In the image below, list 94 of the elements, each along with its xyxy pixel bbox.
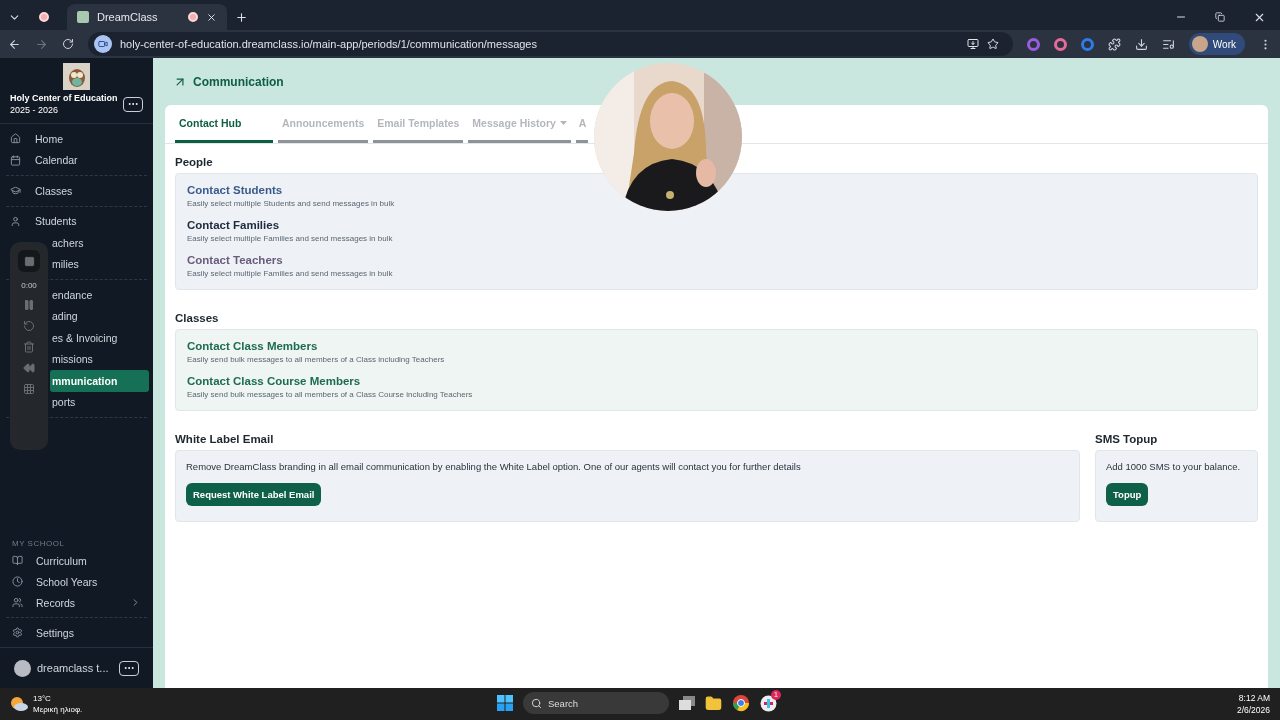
offer-text: Add 1000 SMS to your balance. [1106,461,1241,472]
sidebar-item[interactable]: ading [50,305,149,327]
section-title: Classes [175,312,220,324]
search-icon [531,697,542,709]
media-icon[interactable] [1161,37,1175,51]
extension-icon[interactable] [1026,37,1040,51]
recording-time: 0:00 [21,281,37,290]
more-button[interactable] [119,660,139,676]
caret-icon [559,120,567,125]
link-description: Easily send bulk messages to all members of a Class Course including Teachers [187,390,474,399]
sidebar-item[interactable]: mmunication [50,370,149,392]
section-title: SMS Topup [1095,433,1159,445]
clock-date: 2/6/2026 [1236,704,1270,716]
bookmark-icon[interactable] [986,38,999,50]
sidebar-item[interactable]: Settings [6,622,147,643]
weather-text: Μερική ηλιοφ. [33,704,83,715]
install-icon[interactable] [966,38,979,50]
sidebar-item[interactable]: Home [4,128,149,150]
clock-time: 8:12 AM [1237,692,1270,704]
page-title: Communication [193,74,284,89]
section-title: People [175,156,214,168]
more-button[interactable] [123,96,143,112]
sidebar-item[interactable]: Calendar [4,149,149,171]
settings-icon [12,627,23,638]
reload-icon[interactable] [62,38,74,50]
contact-link[interactable]: Contact Class Members [187,340,318,352]
section-title: MY SCHOOL [11,539,66,550]
sidebar-item[interactable]: Records [0,592,153,613]
rewind-icon[interactable] [23,362,35,374]
nav-icon [12,576,23,587]
user-avatar [14,659,31,677]
action-button[interactable]: Topup [1106,483,1149,506]
profile-button[interactable]: Work [1188,33,1245,55]
restore-icon[interactable] [1215,12,1225,22]
contact-link[interactable]: Contact Students [187,184,283,196]
search-field[interactable]: Search [523,692,669,714]
sidebar-item[interactable]: School Years [0,571,153,592]
back-icon[interactable] [8,37,21,51]
temperature: 13°C [33,693,52,704]
address-bar[interactable]: holy-center-of-education.dreamclass.io/main-app/periods/1/communication/messages [88,32,1013,56]
weather-icon [10,696,28,712]
new-tab-icon[interactable] [235,10,248,24]
restart-icon[interactable] [23,320,35,332]
favicon-icon [77,11,89,23]
pause-icon[interactable] [23,299,35,311]
link-description: Easily select multiple Students and send messages in bulk [187,199,396,208]
tab[interactable]: Contact Hub [175,105,273,143]
extensions-icon[interactable] [1107,37,1121,51]
camera-icon[interactable] [94,35,112,53]
forward-icon[interactable] [35,37,48,51]
nav-icon [12,597,23,608]
tab-title: DreamClass [97,11,159,23]
sidebar-item[interactable]: Students [4,210,149,232]
sidebar-item[interactable]: missions [50,348,149,370]
avatar-icon [1191,36,1208,52]
close-icon[interactable] [206,11,217,23]
stop-button[interactable] [18,250,40,272]
sidebar-item[interactable]: endance [50,284,149,306]
contact-link[interactable]: Contact Families [187,219,280,231]
nav-icon [10,133,21,145]
sidebar-item[interactable]: achers [50,232,149,254]
section-title: White Label Email [175,433,275,445]
nav-icon [10,154,21,166]
contact-link[interactable]: Contact Class Course Members [187,375,361,387]
delete-icon[interactable] [23,341,35,353]
browser-tab[interactable]: DreamClass [67,4,227,30]
owl-logo-icon [63,63,90,90]
sidebar-item[interactable]: ports [50,391,149,413]
sidebar-item[interactable]: Curriculum [0,550,153,571]
stop-icon [23,255,35,267]
nav-icon [12,555,23,566]
school-period: 2025 - 2026 [10,105,60,115]
action-button[interactable]: Request White Label Email [186,483,322,506]
sidebar-item[interactable]: es & Invoicing [50,327,149,349]
url-text: holy-center-of-education.dreamclass.io/main-app/periods/1/communication/messages [120,38,537,50]
grid-icon[interactable] [23,383,35,395]
sidebar-item[interactable]: milies [50,253,149,275]
offer-text: Remove DreamClass branding in all email communication by enabling the White Label option. One of our agents will contact you for further details [186,461,801,472]
link-description: Easily select multiple Families and send messages in bulk [187,269,394,278]
link-description: Easily select multiple Families and send messages in bulk [187,234,394,243]
extension-icon[interactable] [1080,37,1094,51]
nav-icon [10,215,21,227]
link-description: Easily send bulk messages to all members of a Class including Teachers [187,355,446,364]
download-icon[interactable] [1134,37,1148,51]
task-view-icon[interactable] [679,696,695,710]
user-name: dreamclass t... [37,662,110,674]
start-icon[interactable] [497,695,513,711]
folder-icon[interactable] [705,694,722,712]
browser-icon[interactable] [732,694,750,712]
extension-icon[interactable] [1053,37,1067,51]
contact-link[interactable]: Contact Teachers [187,254,283,266]
school-name: Holy Center of Education [10,93,118,103]
sidebar-item[interactable]: Classes [4,180,149,202]
nav-icon [10,185,21,197]
